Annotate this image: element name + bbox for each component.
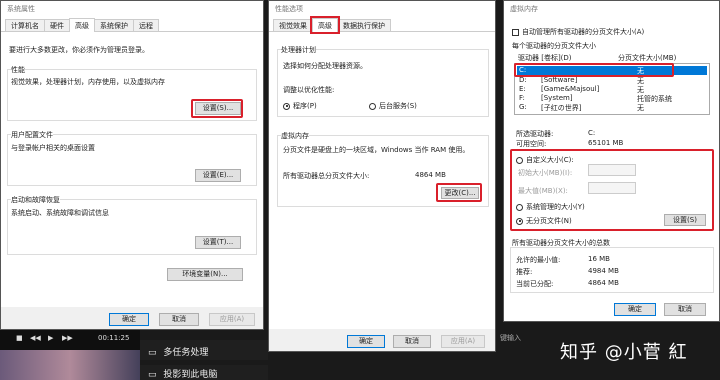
cancel-button[interactable]: 取消 xyxy=(159,313,199,326)
processor-scheduling-desc: 选择如何分配处理器资源。 xyxy=(283,62,367,70)
set-button[interactable]: 设置(S) xyxy=(664,214,706,226)
ok-button[interactable]: 确定 xyxy=(109,313,149,326)
vm-total-value: 4864 MB xyxy=(415,171,446,179)
processor-scheduling-title: 处理器计划 xyxy=(281,45,316,55)
tab-bar: 视觉效果 高级 数据执行保护 xyxy=(269,16,495,34)
radio-off-icon xyxy=(369,102,376,110)
radio-no-paging-file[interactable]: 无分页文件(N) xyxy=(516,216,572,226)
radio-on-icon xyxy=(516,217,523,225)
startup-settings-button[interactable]: 设置(T)... xyxy=(195,236,241,249)
col-size-header: 分页文件大小(MB) xyxy=(618,54,677,62)
cancel-button[interactable]: 取消 xyxy=(393,335,431,348)
tab-computer-name[interactable]: 计算机名 xyxy=(5,19,45,31)
tab-advanced[interactable]: 高级 xyxy=(310,16,340,34)
performance-title: 性能 xyxy=(11,65,25,75)
current-allocated-label: 当前已分配: xyxy=(516,280,554,288)
tab-bar: 计算机名 硬件 高级 系统保护 远程 xyxy=(1,18,263,32)
profile-settings-button[interactable]: 设置(E)... xyxy=(195,169,241,182)
radio-off-icon xyxy=(516,203,523,211)
tab-advanced[interactable]: 高级 xyxy=(69,18,95,32)
drive-row[interactable]: F: [System] 托管的系统 xyxy=(517,94,707,103)
play-icon[interactable]: ▶ xyxy=(48,334,53,342)
recommended-value: 4984 MB xyxy=(588,267,619,275)
taskbar-item-project[interactable]: ▭ 投影到此电脑 xyxy=(140,365,268,380)
tab-system-protection[interactable]: 系统保护 xyxy=(94,19,134,31)
next-icon[interactable]: ▶▶ xyxy=(62,334,73,342)
selected-drive-value: C: xyxy=(588,129,596,137)
virtual-memory-title: 虚拟内存 xyxy=(281,131,309,141)
admin-note: 要进行大多数更改，你必须作为管理员登录。 xyxy=(9,46,149,54)
free-space-value: 65101 MB xyxy=(588,139,624,147)
cancel-button[interactable]: 取消 xyxy=(664,303,706,316)
auto-manage-checkbox[interactable]: 自动管理所有驱动器的分页文件大小(A) xyxy=(512,27,644,37)
current-allocated-value: 4864 MB xyxy=(588,279,619,287)
ok-button[interactable]: 确定 xyxy=(614,303,656,316)
window-title: 性能选项 xyxy=(269,1,495,18)
user-profile-desc: 与登录帐户相关的桌面设置 xyxy=(11,144,95,152)
startup-recovery-title: 启动和故障恢复 xyxy=(11,195,60,205)
thumbnail-strip xyxy=(0,350,140,380)
selected-drive-label: 所选驱动器: xyxy=(516,130,554,138)
radio-background-services[interactable]: 后台服务(S) xyxy=(369,101,417,111)
window-title: 虚拟内存 xyxy=(504,1,719,18)
virtual-memory-desc: 分页文件是硬盘上的一块区域，Windows 当作 RAM 使用。 xyxy=(283,146,470,154)
radio-custom-size[interactable]: 自定义大小(C): xyxy=(516,155,574,165)
drive-row[interactable]: E: [Game&Majsoul] 无 xyxy=(517,85,707,94)
stop-icon[interactable]: ■ xyxy=(16,334,23,342)
max-size-input[interactable] xyxy=(588,182,636,194)
tab-visual-effects[interactable]: 视觉效果 xyxy=(273,19,313,31)
drive-row[interactable]: D: [Software] 无 xyxy=(517,76,707,85)
vm-total-label: 所有驱动器总分页文件大小: xyxy=(283,172,370,180)
adjust-label: 调整以优化性能: xyxy=(283,86,335,94)
radio-program[interactable]: 程序(P) xyxy=(283,101,317,111)
highlight-drive-c xyxy=(514,63,674,77)
video-time: 00:11:25 xyxy=(98,334,130,342)
initial-size-input[interactable] xyxy=(588,164,636,176)
min-allowed-value: 16 MB xyxy=(588,255,610,263)
taskbar-item-multitask[interactable]: ▭ 多任务处理 xyxy=(140,340,268,360)
initial-size-label: 初始大小(MB)(I): xyxy=(518,169,573,177)
radio-system-managed[interactable]: 系统管理的大小(Y) xyxy=(516,202,585,212)
highlight-vm-change xyxy=(436,183,482,202)
startup-recovery-desc: 系统启动、系统故障和调试信息 xyxy=(11,209,109,217)
system-properties-window: 系统属性 计算机名 硬件 高级 系统保护 远程 要进行大多数更改，你必须作为管理… xyxy=(0,0,264,330)
free-space-label: 可用空间: xyxy=(516,140,547,148)
per-drive-title: 每个驱动器的分页文件大小 xyxy=(512,42,596,50)
environment-variables-button[interactable]: 环境变量(N)... xyxy=(167,268,243,281)
apply-button[interactable]: 应用(A) xyxy=(441,335,485,348)
recommended-label: 推荐: xyxy=(516,268,533,276)
radio-off-icon xyxy=(516,156,523,164)
prev-icon[interactable]: ◀◀ xyxy=(30,334,41,342)
video-controls[interactable]: ■ ◀◀ ▶ ▶▶ 00:11:25 xyxy=(6,334,136,344)
col-drive-header: 驱动器 [卷标](D) xyxy=(518,54,572,62)
multitask-icon: ▭ xyxy=(148,348,157,358)
performance-options-window: 性能选项 视觉效果 高级 数据执行保护 处理器计划 选择如何分配处理器资源。 调… xyxy=(268,0,496,352)
tab-remote[interactable]: 远程 xyxy=(133,19,159,31)
checkbox-icon xyxy=(512,28,519,36)
virtual-memory-window: 虚拟内存 自动管理所有驱动器的分页文件大小(A) 每个驱动器的分页文件大小 驱动… xyxy=(503,0,720,322)
min-allowed-label: 允许的最小值: xyxy=(516,256,561,264)
tab-dep[interactable]: 数据执行保护 xyxy=(337,19,391,31)
watermark: 知乎 @小菅 紅 xyxy=(560,342,688,363)
ok-button[interactable]: 确定 xyxy=(347,335,385,348)
user-profile-title: 用户配置文件 xyxy=(11,130,53,140)
ime-hint: 键输入 xyxy=(500,334,521,342)
drive-row[interactable]: G: [子红の世界] 无 xyxy=(517,103,707,112)
highlight-perf-settings xyxy=(191,99,243,118)
apply-button[interactable]: 应用(A) xyxy=(209,313,255,326)
tab-hardware[interactable]: 硬件 xyxy=(44,19,70,31)
project-icon: ▭ xyxy=(148,370,157,380)
radio-on-icon xyxy=(283,102,290,110)
max-size-label: 最大值(MB)(X): xyxy=(518,187,568,195)
window-title: 系统属性 xyxy=(1,1,263,18)
performance-desc: 视觉效果，处理器计划，内存使用，以及虚拟内存 xyxy=(11,78,165,86)
